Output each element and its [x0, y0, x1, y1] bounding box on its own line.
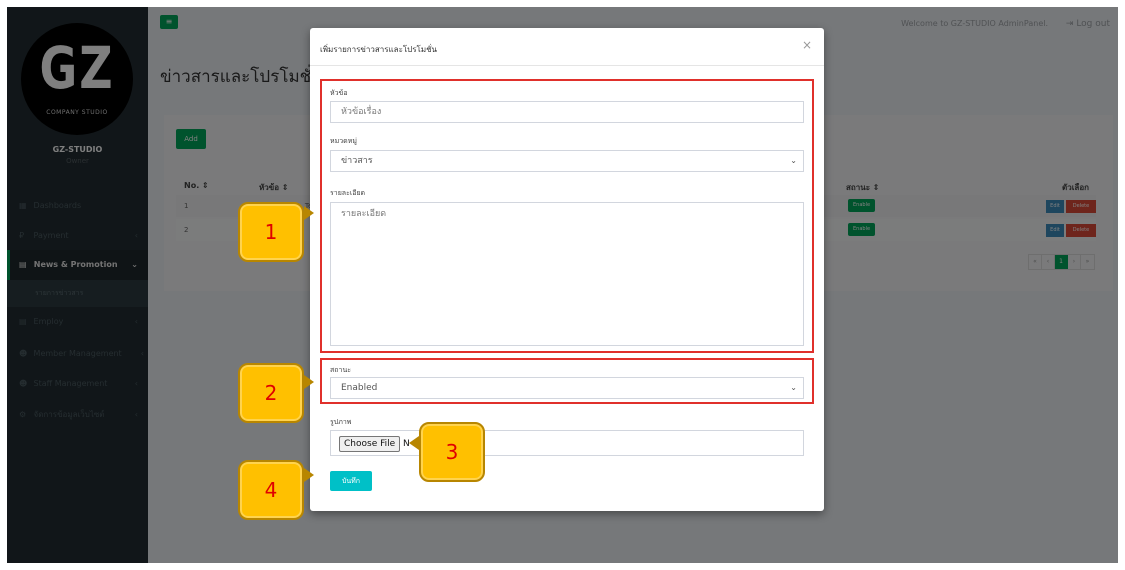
admin-screen: GZ COMPANY STUDIO GZ-STUDIO Owner ▦ Dash… [7, 7, 1118, 563]
callout-pointer [304, 375, 314, 389]
chevron-down-icon: ⌄ [790, 383, 797, 392]
category-label: หมวดหมู่ [330, 137, 357, 145]
title-label: หัวข้อ [330, 89, 348, 97]
status-select[interactable]: Enabled ⌄ [330, 377, 804, 399]
callout-pointer [304, 206, 314, 220]
save-button[interactable]: บันทึก [330, 471, 372, 491]
chevron-down-icon: ⌄ [790, 156, 797, 165]
callout-pointer [304, 468, 314, 482]
category-select[interactable]: ข่าวสาร ⌄ [330, 150, 804, 172]
callout-number: 1 [264, 220, 278, 244]
callout-number: 3 [445, 440, 459, 464]
image-label: รูปภาพ [330, 418, 352, 426]
status-label: สถานะ [330, 366, 351, 374]
detail-textarea[interactable]: รายละเอียด [330, 202, 804, 346]
modal-title: เพิ่มรายการข่าวสารและโปรโมชั่น [320, 45, 438, 54]
title-input[interactable]: หัวข้อเรื่อง [330, 101, 804, 123]
callout-number: 2 [264, 381, 278, 405]
callout-pointer [409, 436, 419, 450]
add-news-modal: เพิ่มรายการข่าวสารและโปรโมชั่น × หัวข้อ … [310, 28, 824, 511]
close-icon[interactable]: × [802, 38, 812, 52]
category-value: ข่าวสาร [341, 156, 373, 166]
modal-divider [310, 65, 824, 66]
detail-label: รายละเอียด [330, 189, 366, 197]
choose-file-button[interactable]: Choose File [339, 436, 401, 452]
status-value: Enabled [341, 383, 378, 393]
callout-number: 4 [264, 478, 278, 502]
image-file-input[interactable]: Choose File N [330, 430, 804, 456]
